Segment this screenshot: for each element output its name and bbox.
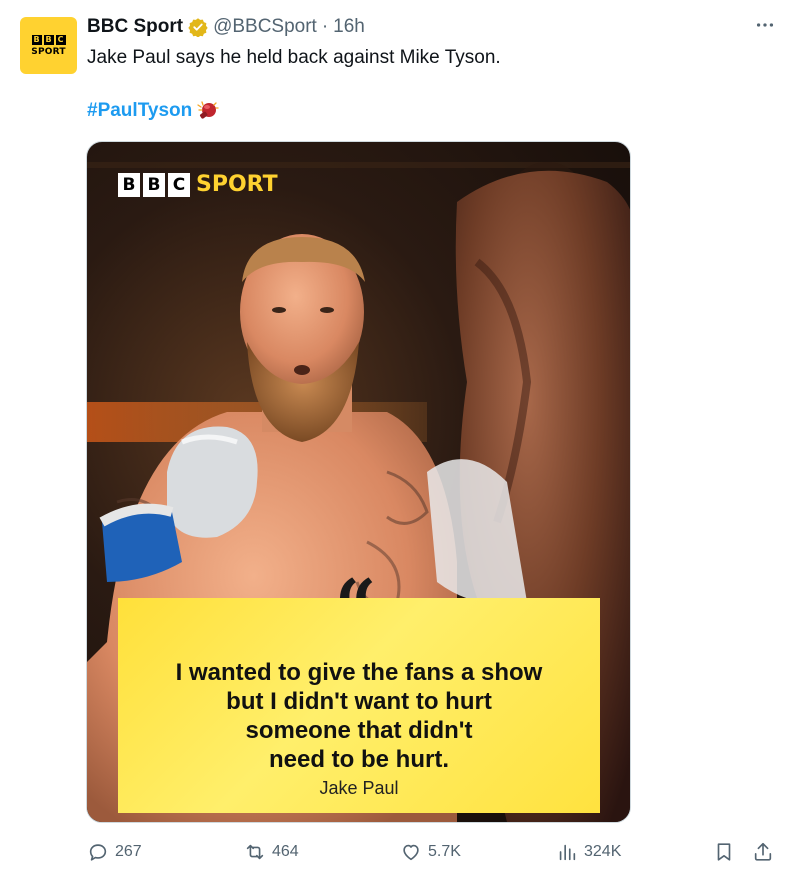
hashtag-line: #PaulTyson	[87, 98, 220, 124]
tweet-media-image[interactable]: B B C SPORT “ I wanted to give the fans …	[86, 141, 631, 823]
logo-letter: B	[143, 172, 165, 197]
reply-button[interactable]: 267	[87, 841, 142, 863]
quote-mark: “	[335, 563, 377, 648]
avatar-letter: B	[31, 34, 42, 45]
avatar-sport-text: SPORT	[31, 46, 66, 57]
avatar-bbc-blocks: B B C	[31, 34, 66, 45]
share-button[interactable]	[752, 841, 774, 868]
verified-badge-icon	[188, 18, 208, 37]
tweet-header: BBC Sport @BBCSport · 16h	[87, 14, 365, 40]
like-button[interactable]: 5.7K	[400, 841, 461, 863]
quote-line: but I didn't want to hurt	[226, 688, 492, 715]
quote-card: “ I wanted to give the fans a show but I…	[118, 570, 600, 813]
quote-line: need to be hurt.	[269, 746, 449, 773]
repost-count: 464	[272, 843, 299, 860]
views-button[interactable]: 324K	[556, 841, 621, 863]
views-icon	[559, 844, 576, 861]
bookmark-button[interactable]	[713, 841, 735, 868]
post-time[interactable]: 16h	[333, 14, 365, 40]
logo-letter: C	[168, 172, 190, 197]
avatar[interactable]: B B C SPORT	[20, 17, 77, 74]
repost-button[interactable]: 464	[244, 841, 299, 863]
reply-count: 267	[115, 843, 142, 860]
author-name[interactable]: BBC Sport	[87, 14, 183, 40]
more-icon[interactable]	[754, 14, 776, 39]
logo-word: SPORT	[196, 172, 278, 197]
share-icon	[754, 842, 772, 861]
reply-icon	[89, 844, 107, 861]
quote-line: someone that didn't	[245, 717, 473, 744]
media-bbc-sport-logo: B B C SPORT	[118, 172, 278, 197]
action-bar: 267 464 5.7K 324K	[0, 835, 798, 871]
boxing-glove-icon	[197, 101, 219, 119]
views-count: 324K	[584, 843, 622, 860]
avatar-letter: B	[43, 34, 54, 45]
repost-icon	[246, 844, 264, 860]
heart-icon	[403, 844, 419, 861]
bookmark-icon	[717, 843, 731, 861]
author-handle[interactable]: @BBCSport	[213, 14, 317, 40]
separator-dot: ·	[321, 16, 329, 37]
avatar-letter: C	[55, 34, 66, 45]
logo-letter: B	[118, 172, 140, 197]
quote-author: Jake Paul	[319, 778, 399, 798]
tweet-text: Jake Paul says he held back against Mike…	[87, 47, 501, 68]
hashtag-link[interactable]: #PaulTyson	[87, 98, 192, 124]
like-count: 5.7K	[428, 843, 461, 860]
quote-line: I wanted to give the fans a show	[175, 659, 543, 686]
quote-text: I wanted to give the fans a show but I d…	[118, 658, 600, 774]
